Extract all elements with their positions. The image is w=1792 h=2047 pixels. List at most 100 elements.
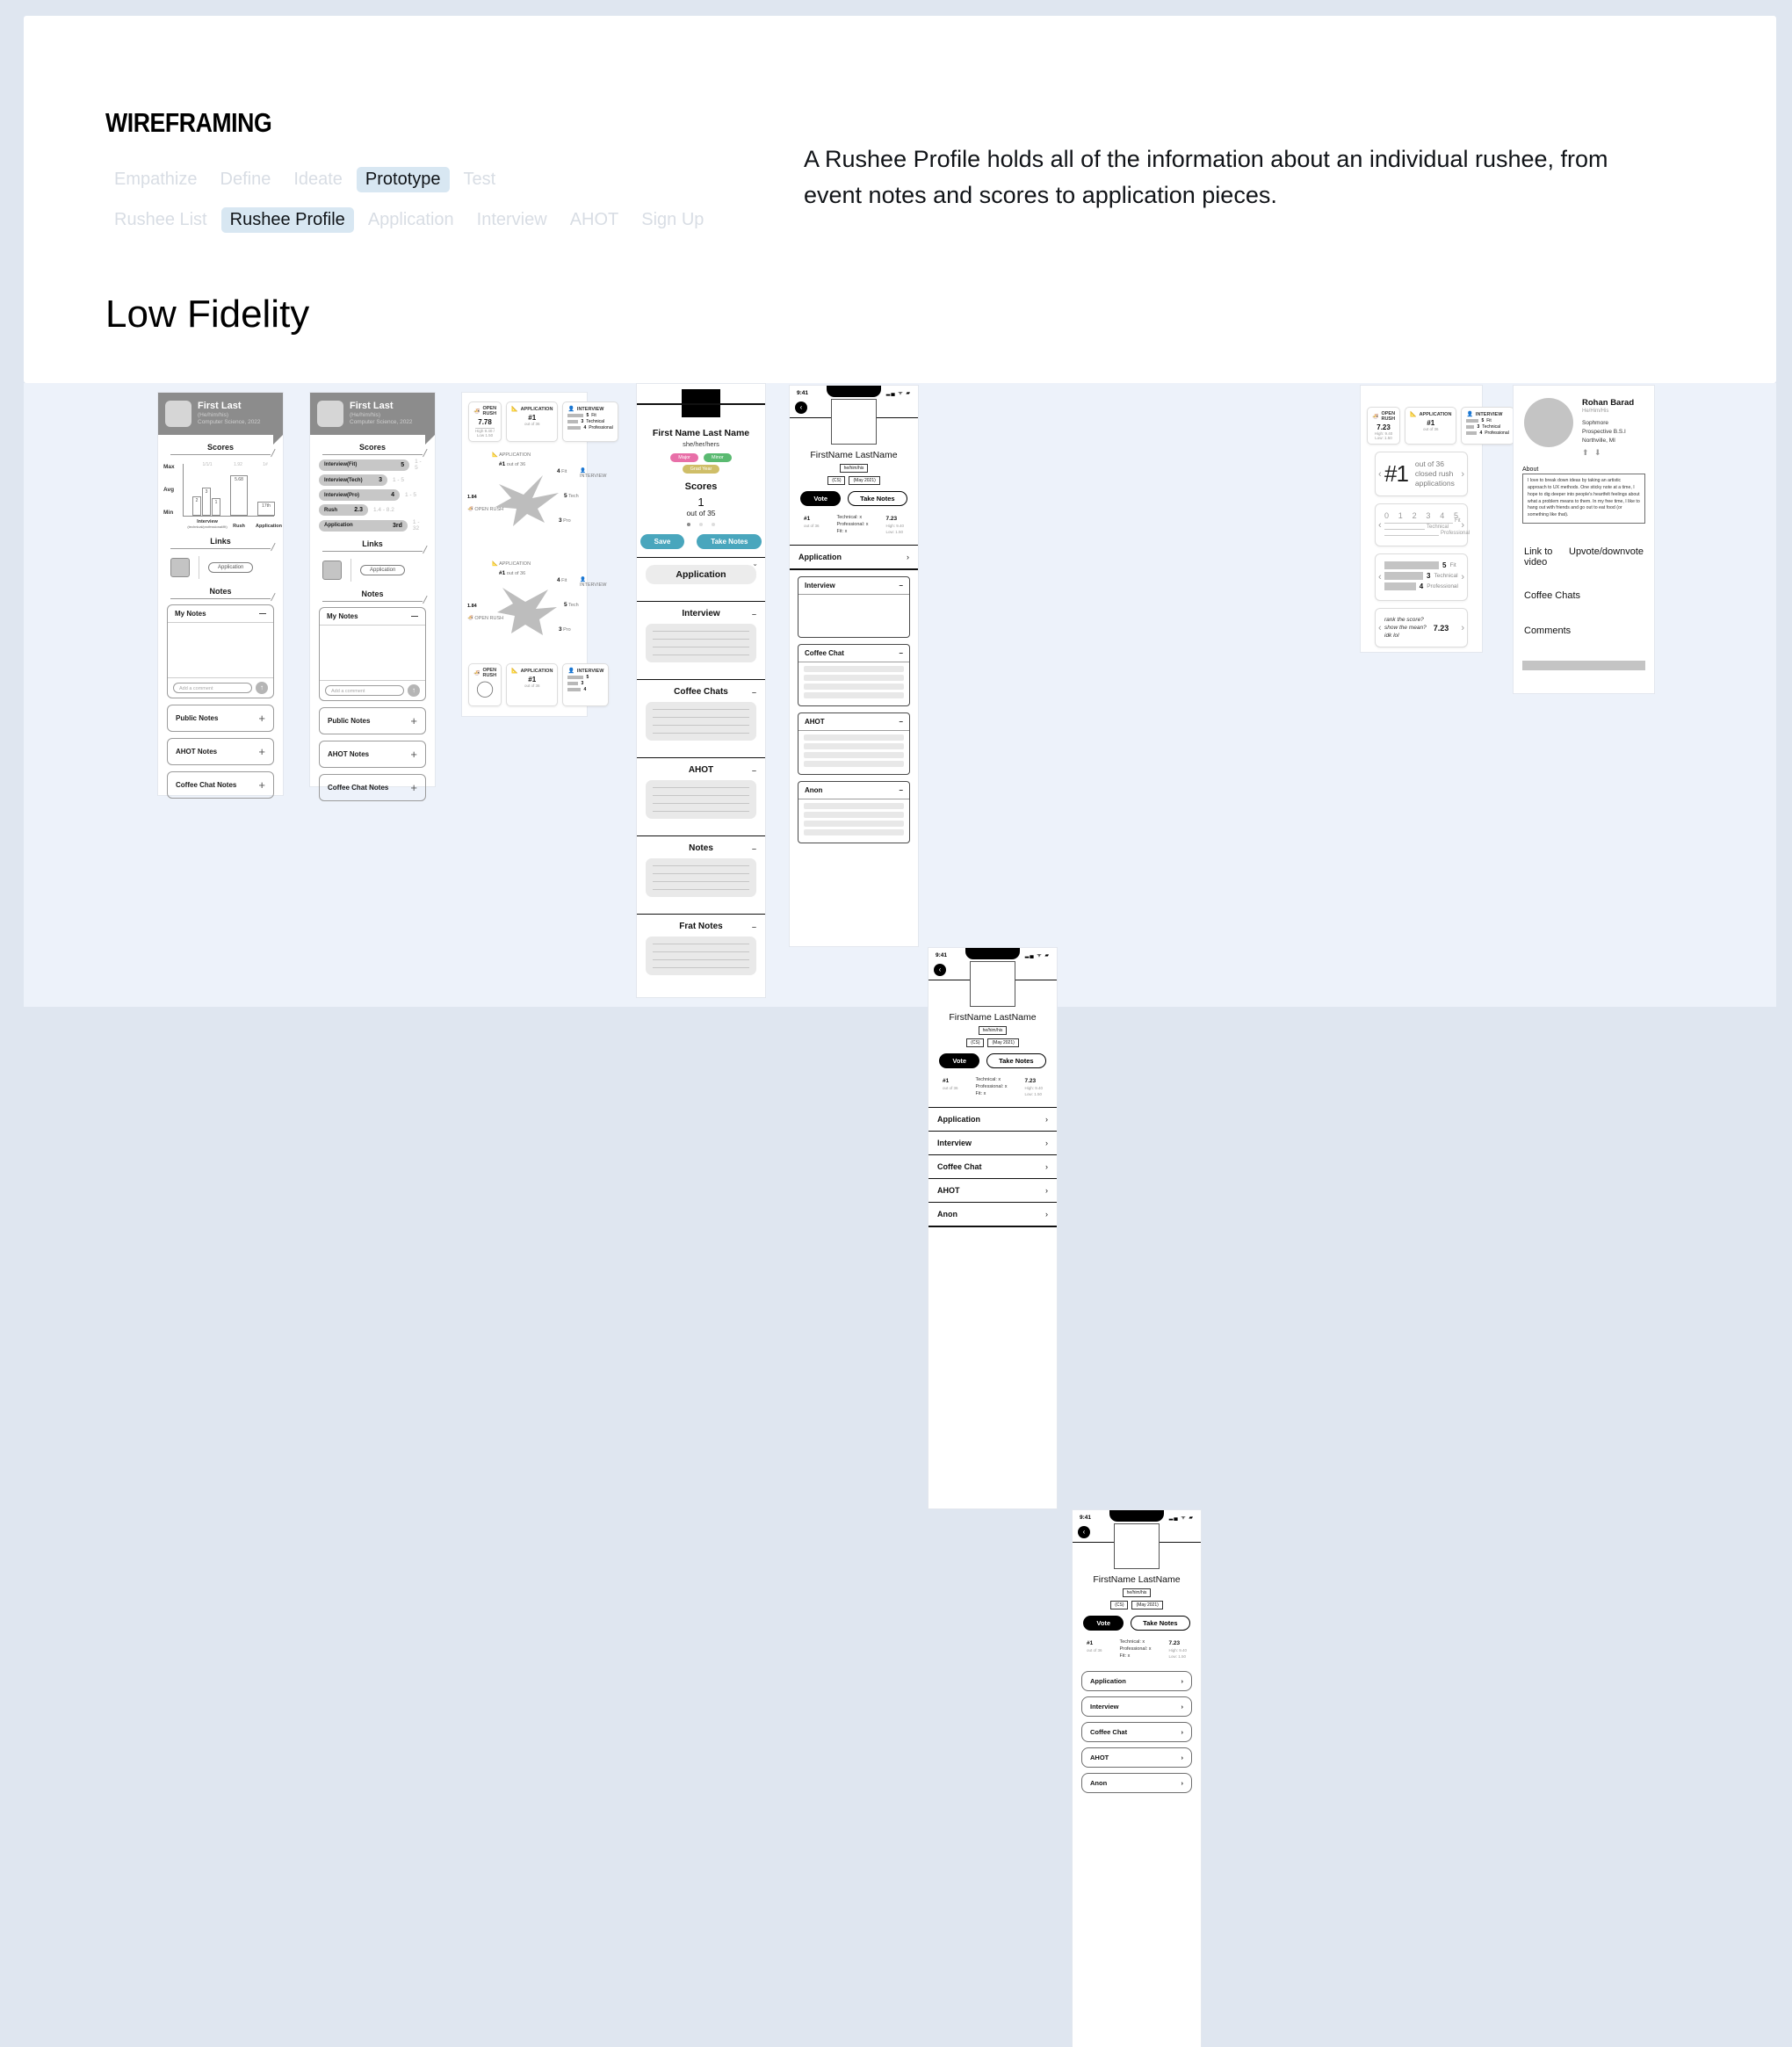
collapse-icon[interactable]: — [411, 612, 418, 620]
prev-arrow-icon[interactable]: ‹ [1378, 469, 1382, 480]
send-icon[interactable]: ↑ [408, 684, 420, 697]
take-notes-button[interactable]: Take Notes [986, 1053, 1046, 1069]
chevron-right-icon[interactable]: › [907, 553, 909, 561]
list-row-application[interactable]: Application › [790, 545, 918, 568]
summary-card-application[interactable]: 📐 APPLICATION #1 out of 36 [506, 663, 559, 706]
collapse-icon[interactable]: – [900, 718, 903, 726]
application-link-pill[interactable]: Application [208, 562, 254, 573]
vote-arrows-icon[interactable]: ⬆ ⬇ [1582, 448, 1634, 458]
next-arrow-icon[interactable]: › [1461, 572, 1464, 582]
chevron-right-icon[interactable]: › [1181, 1703, 1184, 1711]
chevron-right-icon[interactable]: › [1045, 1115, 1048, 1124]
vote-button[interactable]: Vote [800, 491, 842, 507]
plus-icon[interactable]: + [258, 745, 265, 758]
screen-chip-rushee-profile[interactable]: Rushee Profile [220, 207, 354, 233]
chevron-down-icon[interactable]: ⌄ [752, 560, 758, 568]
chevron-right-icon[interactable]: › [1181, 1728, 1184, 1736]
accordion-public-notes[interactable]: Public Notes + [319, 707, 426, 734]
screen-chip-application[interactable]: Application [359, 207, 463, 233]
accordion-ahot-notes[interactable]: AHOT Notes + [167, 738, 274, 765]
rounded-row-anon[interactable]: Anon › [1081, 1773, 1192, 1794]
collapse-icon[interactable]: – [752, 688, 756, 697]
collapse-icon[interactable]: — [259, 610, 266, 618]
accordion-anon[interactable]: Anon – [798, 780, 910, 843]
explore-scale-card[interactable]: ‹ › 0 1 2 3 4 5 Fit Technical Profession… [1375, 503, 1470, 547]
summary-card-application[interactable]: 📐 APPLICATION #1 out of 36 [1405, 407, 1457, 445]
dot-3[interactable] [712, 522, 715, 526]
list-row-application[interactable]: Application › [929, 1107, 1057, 1131]
prev-arrow-icon[interactable]: ‹ [1378, 623, 1382, 633]
collapse-icon[interactable]: – [752, 922, 756, 931]
summary-card-interview[interactable]: 👤 INTERVIEW 5 Fit 3 Technical 4 Professiona… [1461, 407, 1514, 445]
summary-card-interview[interactable]: 👤 INTERVIEW 5 3 4 [562, 663, 610, 706]
chevron-right-icon[interactable]: › [1045, 1139, 1048, 1147]
take-notes-button[interactable]: Take Notes [848, 491, 907, 507]
list-row-interview[interactable]: Interview › [929, 1131, 1057, 1154]
accordion-interview[interactable]: Interview – [798, 575, 910, 638]
tag-minor[interactable]: Minor [704, 452, 732, 462]
chevron-right-icon[interactable]: › [1181, 1779, 1184, 1787]
notes-box[interactable] [646, 936, 756, 975]
vote-button[interactable]: Vote [939, 1053, 980, 1069]
prev-arrow-icon[interactable]: ‹ [1378, 520, 1382, 531]
collapse-icon[interactable]: – [752, 610, 756, 618]
list-row-ahot[interactable]: AHOT › [929, 1178, 1057, 1202]
upvote-downvote-label[interactable]: Upvote/downvote [1569, 546, 1644, 568]
carousel-dots[interactable] [637, 522, 765, 526]
plus-icon[interactable]: + [258, 712, 265, 725]
summary-card-open-rush[interactable]: 🍜 OPEN RUSH [468, 663, 502, 706]
resume-thumbnail[interactable] [322, 561, 342, 580]
plus-icon[interactable]: + [258, 778, 265, 792]
dot-2[interactable] [699, 522, 703, 526]
chevron-right-icon[interactable]: › [1045, 1186, 1048, 1195]
save-button[interactable]: Save [639, 533, 685, 549]
notes-box[interactable] [646, 857, 756, 897]
screen-chip-interview[interactable]: Interview [468, 207, 556, 233]
accordion-public-notes[interactable]: Public Notes + [167, 705, 274, 732]
accordion-ahot-notes[interactable]: AHOT Notes + [319, 741, 426, 768]
rounded-row-ahot[interactable]: AHOT › [1081, 1747, 1192, 1769]
collapse-icon[interactable]: – [900, 786, 903, 794]
tag-major[interactable]: Major [670, 452, 698, 462]
accordion-coffee-chat-notes[interactable]: Coffee Chat Notes + [167, 771, 274, 799]
next-arrow-icon[interactable]: › [1461, 469, 1464, 480]
tag-grad-year[interactable]: Grad Year [682, 464, 720, 474]
screen-chip-sign-up[interactable]: Sign Up [632, 207, 712, 233]
chevron-right-icon[interactable]: › [1045, 1162, 1048, 1171]
score-bar[interactable]: Interview(Fit) 5 [319, 459, 410, 471]
vote-button[interactable]: Vote [1083, 1616, 1124, 1631]
notes-box[interactable] [646, 623, 756, 662]
dot-1[interactable] [687, 522, 690, 526]
screen-chip-ahot[interactable]: AHOT [561, 207, 628, 233]
explore-rank-card[interactable]: ‹ › #1 out of 36 closed rush application… [1375, 452, 1468, 497]
send-icon[interactable]: ↑ [256, 682, 268, 694]
chevron-right-icon[interactable]: › [1045, 1210, 1048, 1219]
collapse-icon[interactable]: – [900, 649, 903, 657]
comment-input[interactable]: Add a comment [173, 683, 252, 693]
stage-chip-ideate[interactable]: Ideate [285, 167, 351, 192]
summary-card-application[interactable]: 📐 APPLICATION #1 out of 36 [506, 401, 559, 442]
next-arrow-icon[interactable]: › [1461, 520, 1464, 531]
plus-icon[interactable]: + [410, 781, 417, 794]
rounded-row-interview[interactable]: Interview › [1081, 1696, 1192, 1718]
comment-input[interactable]: Add a comment [325, 685, 404, 696]
summary-card-open-rush[interactable]: 🍜 OPEN RUSH 7.23 High: 9.40 Low: 1.50 [1367, 407, 1401, 445]
resume-thumbnail[interactable] [170, 558, 190, 577]
prev-arrow-icon[interactable]: ‹ [1378, 572, 1382, 582]
notes-box[interactable] [646, 779, 756, 819]
stage-chip-prototype[interactable]: Prototype [356, 167, 450, 192]
stage-chip-empathize[interactable]: Empathize [105, 167, 206, 192]
accordion-coffee-chat-notes[interactable]: Coffee Chat Notes + [319, 774, 426, 801]
chevron-right-icon[interactable]: › [1181, 1677, 1184, 1685]
summary-card-open-rush[interactable]: 🍜 OPEN RUSH 7.78 High 9.40 / Low 1.50 [468, 401, 502, 442]
my-notes-header[interactable]: My Notes — [168, 605, 273, 623]
application-pill[interactable]: Application [646, 564, 756, 584]
score-bar[interactable]: Rush 2.3 [319, 504, 368, 516]
list-row-anon[interactable]: Anon › [929, 1202, 1057, 1226]
accordion-coffee-chat[interactable]: Coffee Chat – [798, 643, 910, 706]
collapse-icon[interactable]: – [900, 582, 903, 590]
collapse-icon[interactable]: – [752, 766, 756, 775]
rounded-row-coffee-chat[interactable]: Coffee Chat › [1081, 1722, 1192, 1743]
take-notes-button[interactable]: Take Notes [1131, 1616, 1190, 1631]
summary-card-interview[interactable]: 👤 INTERVIEW 5 Fit 3 Technical 4 Professiona… [562, 401, 618, 442]
